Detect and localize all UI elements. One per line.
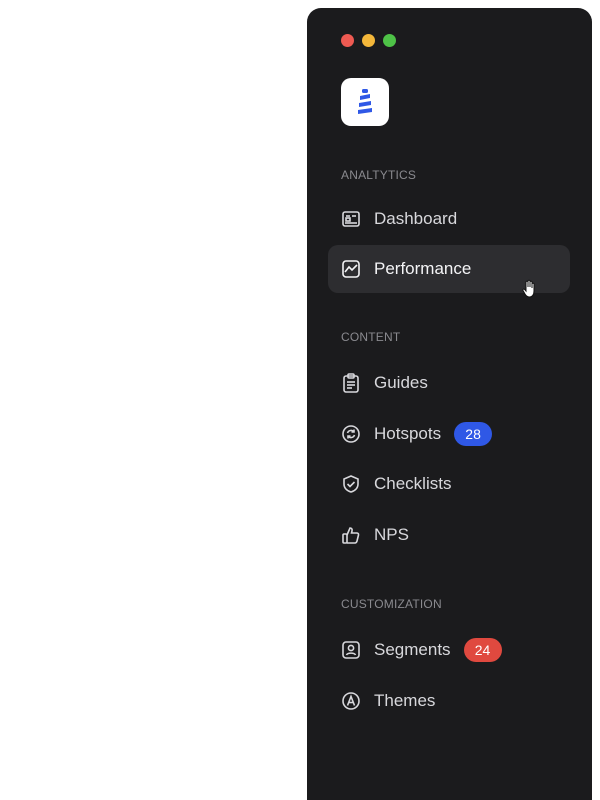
sidebar-item-label: Themes: [374, 691, 436, 710]
sidebar-item-hotspots[interactable]: Hotspots 28: [328, 410, 570, 458]
pointer-cursor-icon: [522, 279, 538, 304]
theme-icon: [341, 691, 361, 711]
chart-line-icon: [341, 259, 361, 279]
sidebar-item-label: Hotspots: [374, 424, 442, 443]
refresh-circle-icon: [341, 424, 361, 444]
window-controls: [341, 34, 396, 47]
stacked-bars-logo-icon: [358, 89, 372, 114]
sidebar-item-label: Guides: [374, 373, 428, 392]
sidebar-item-checklists[interactable]: Checklists: [328, 460, 570, 508]
sidebar-item-guides[interactable]: Guides: [328, 359, 570, 407]
sidebar-item-label: Segments: [374, 640, 451, 659]
close-window-button[interactable]: [341, 34, 354, 47]
user-card-icon: [341, 640, 361, 660]
sidebar-item-segments[interactable]: Segments 24: [328, 626, 570, 674]
shield-check-icon: [341, 474, 361, 494]
segments-count-badge: 24: [463, 638, 502, 662]
sidebar-item-nps[interactable]: NPS: [328, 511, 570, 559]
sidebar-item-themes[interactable]: Themes: [328, 677, 570, 725]
section-label-analytics: ANALTYTICS: [341, 168, 417, 182]
clipboard-icon: [341, 373, 361, 393]
dashboard-icon: [341, 209, 361, 229]
sidebar-item-label: NPS: [374, 525, 409, 544]
zoom-window-button[interactable]: [383, 34, 396, 47]
section-label-content: CONTENT: [341, 330, 401, 344]
sidebar-item-label: Performance: [374, 259, 472, 278]
sidebar: ANALTYTICS Dashboard Performance CONTENT…: [307, 8, 592, 800]
hotspots-count-badge: 28: [454, 422, 493, 446]
sidebar-item-label: Checklists: [374, 474, 452, 493]
section-label-customization: CUSTOMIZATION: [341, 597, 442, 611]
page: ANALTYTICS Dashboard Performance CONTENT…: [0, 0, 600, 800]
app-logo[interactable]: [341, 78, 389, 126]
thumbs-up-icon: [341, 525, 361, 545]
sidebar-item-label: Dashboard: [374, 209, 458, 228]
sidebar-item-dashboard[interactable]: Dashboard: [328, 195, 570, 243]
minimize-window-button[interactable]: [362, 34, 375, 47]
